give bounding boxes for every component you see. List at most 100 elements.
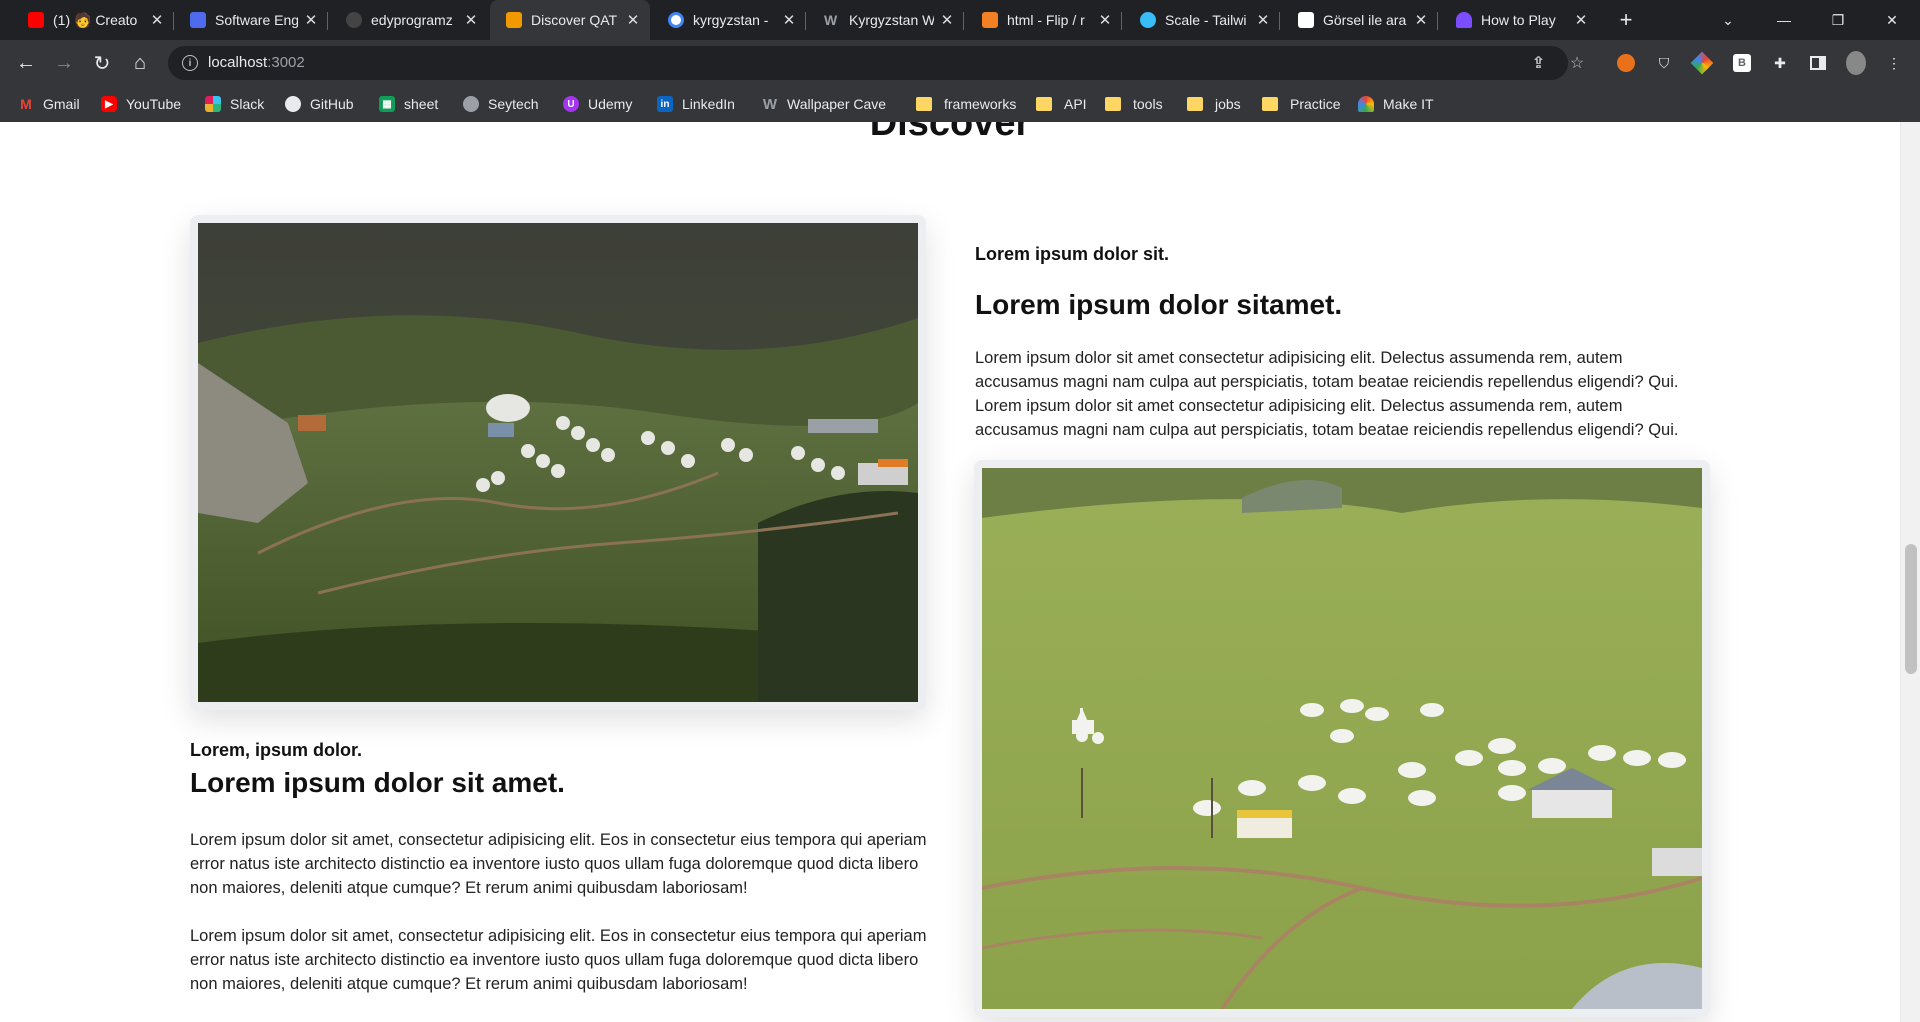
new-tab-button[interactable]: +: [1612, 6, 1640, 34]
extensions-puzzle-icon[interactable]: ✚: [1770, 53, 1790, 73]
youtube-icon: ▶: [101, 96, 117, 112]
close-window-icon[interactable]: ✕: [1864, 0, 1920, 40]
bookmarks-bar: M Gmail ▶ YouTube Slack GitHub ▦ sheet Seyt…: [0, 86, 1920, 122]
bookmark-slack[interactable]: Slack: [205, 94, 264, 114]
menu-kebab-icon[interactable]: ⋮: [1884, 53, 1904, 73]
tab-label: (1) 🧑 Creato: [53, 11, 138, 28]
bookmark-folder-frameworks[interactable]: frameworks: [916, 94, 1016, 114]
tab-2[interactable]: Software Engi ✕: [174, 4, 328, 36]
site-favicon-icon: [506, 12, 522, 28]
gmail-icon: M: [20, 96, 32, 112]
folder-icon: [1036, 97, 1052, 111]
info-icon[interactable]: i: [182, 55, 198, 71]
bookmark-github[interactable]: GitHub: [285, 94, 354, 114]
forward-button[interactable]: →: [48, 47, 80, 79]
udemy-icon: U: [563, 96, 579, 112]
folder-icon: [1105, 97, 1121, 111]
close-icon[interactable]: ✕: [1572, 11, 1590, 29]
close-icon[interactable]: ✕: [462, 11, 480, 29]
tailwind-favicon-icon: [1140, 12, 1156, 28]
tab-search-icon[interactable]: ⌄: [1700, 0, 1756, 40]
search-favicon-icon: [1298, 12, 1314, 28]
tab-label: Software Engi: [215, 12, 298, 28]
tab-6[interactable]: W Kyrgyzstan W ✕: [808, 4, 964, 36]
page-viewport: Discover Lorem, ipsum dolor. Lorem ipsum…: [0, 122, 1900, 1022]
youtube-favicon-icon: [28, 12, 44, 28]
block1-paragraph-1: Lorem ipsum dolor sit amet, consectetur …: [190, 831, 927, 897]
tab-8[interactable]: Scale - Tailwi ✕: [1124, 4, 1280, 36]
reload-button[interactable]: ↻: [86, 47, 118, 79]
tab-label: html - Flip / r: [1007, 12, 1085, 28]
steppe-camp-photo-2: [982, 468, 1702, 1009]
github-icon: [285, 96, 301, 112]
bookmark-wallpaper-cave[interactable]: W Wallpaper Cave: [762, 94, 886, 114]
address-url: localhost:3002: [208, 54, 305, 71]
tab-5[interactable]: kyrgyzstan - ✕: [652, 4, 806, 36]
block1-heading: Lorem ipsum dolor sit amet.: [190, 767, 565, 798]
page-scrollbar[interactable]: [1900, 122, 1920, 1022]
tab-4-active[interactable]: Discover QAT ✕: [490, 0, 650, 40]
block2-paragraph: Lorem ipsum dolor sit amet consectetur a…: [975, 349, 1679, 439]
tab-strip: (1) 🧑 Creato ✕ Software Engi ✕ edyprogra…: [0, 0, 1920, 40]
bookmark-make-it[interactable]: Make IT: [1358, 94, 1434, 114]
folder-icon: [916, 97, 932, 111]
stackoverflow-favicon-icon: [982, 12, 998, 28]
avatar[interactable]: [1846, 51, 1866, 75]
close-icon[interactable]: ✕: [302, 11, 320, 29]
tab-9[interactable]: Görsel ile ara ✕: [1282, 4, 1438, 36]
block2-eyebrow: Lorem ipsum dolor sit.: [975, 244, 1170, 264]
tab-label: How to Play: [1481, 12, 1556, 28]
tab-label: Discover QAT: [531, 12, 618, 28]
folder-icon: [1262, 97, 1278, 111]
image-card-1: [190, 215, 926, 710]
bookmark-folder-jobs[interactable]: jobs: [1187, 94, 1241, 114]
bookmark-sheet[interactable]: ▦ sheet: [379, 94, 438, 114]
seytech-icon: [463, 96, 479, 112]
google-favicon-icon: [668, 12, 684, 28]
bookmark-youtube[interactable]: ▶ YouTube: [101, 94, 181, 114]
make-it-icon: [1358, 96, 1374, 112]
extension-shield-icon[interactable]: ⛉: [1654, 53, 1674, 73]
tab-3[interactable]: edyprogramz ✕: [330, 4, 488, 36]
scrollbar-thumb[interactable]: [1905, 544, 1917, 674]
share-icon[interactable]: ⇪: [1529, 53, 1549, 73]
bookmark-folder-practice[interactable]: Practice: [1262, 94, 1341, 114]
github-favicon-icon: [346, 12, 362, 28]
bookmark-folder-api[interactable]: API: [1036, 94, 1087, 114]
close-icon[interactable]: ✕: [148, 11, 166, 29]
tab-1[interactable]: (1) 🧑 Creato ✕: [12, 4, 174, 36]
block2-heading: Lorem ipsum dolor sitamet.: [975, 289, 1343, 320]
wallpaper-favicon-icon: W: [824, 12, 838, 28]
close-icon[interactable]: ✕: [624, 11, 642, 29]
browser-toolbar: ← → ↻ ⌂ i localhost:3002 ⇪ ⇪ ☆ ⛉ B ✚ ⋮: [0, 40, 1920, 86]
address-bar[interactable]: i localhost:3002 ⇪: [168, 46, 1568, 80]
bookmark-udemy[interactable]: U Udemy: [563, 94, 632, 114]
site-favicon-icon: [190, 12, 206, 28]
tab-10[interactable]: How to Play ✕: [1440, 4, 1598, 36]
close-icon[interactable]: ✕: [1096, 11, 1114, 29]
steppe-camp-photo-1: [198, 223, 918, 702]
tab-7[interactable]: html - Flip / r ✕: [966, 4, 1122, 36]
block1-eyebrow: Lorem, ipsum dolor.: [190, 740, 363, 760]
side-panel-icon[interactable]: [1808, 53, 1828, 73]
close-icon[interactable]: ✕: [1254, 11, 1272, 29]
tab-label: Görsel ile ara: [1323, 12, 1407, 28]
extension-owl-icon[interactable]: [1616, 53, 1636, 73]
home-button[interactable]: ⌂: [124, 47, 156, 79]
bookmark-linkedin[interactable]: in LinkedIn: [657, 94, 735, 114]
back-button[interactable]: ←: [10, 47, 42, 79]
restore-icon[interactable]: ❐: [1810, 0, 1866, 40]
bookmark-folder-tools[interactable]: tools: [1105, 94, 1163, 114]
minimize-icon[interactable]: —: [1756, 0, 1812, 40]
close-icon[interactable]: ✕: [1412, 11, 1430, 29]
close-icon[interactable]: ✕: [938, 11, 956, 29]
tab-label: Kyrgyzstan W: [849, 12, 934, 28]
bookmark-seytech[interactable]: Seytech: [463, 94, 539, 114]
close-icon[interactable]: ✕: [780, 11, 798, 29]
extension-colorpicker-icon[interactable]: [1690, 51, 1714, 75]
extension-b-icon[interactable]: B: [1732, 53, 1752, 73]
bookmark-star-icon[interactable]: ☆: [1567, 53, 1587, 73]
bookmark-gmail[interactable]: M Gmail: [18, 94, 79, 114]
tab-label: kyrgyzstan -: [693, 12, 769, 28]
section-title: Discover: [869, 122, 1031, 144]
